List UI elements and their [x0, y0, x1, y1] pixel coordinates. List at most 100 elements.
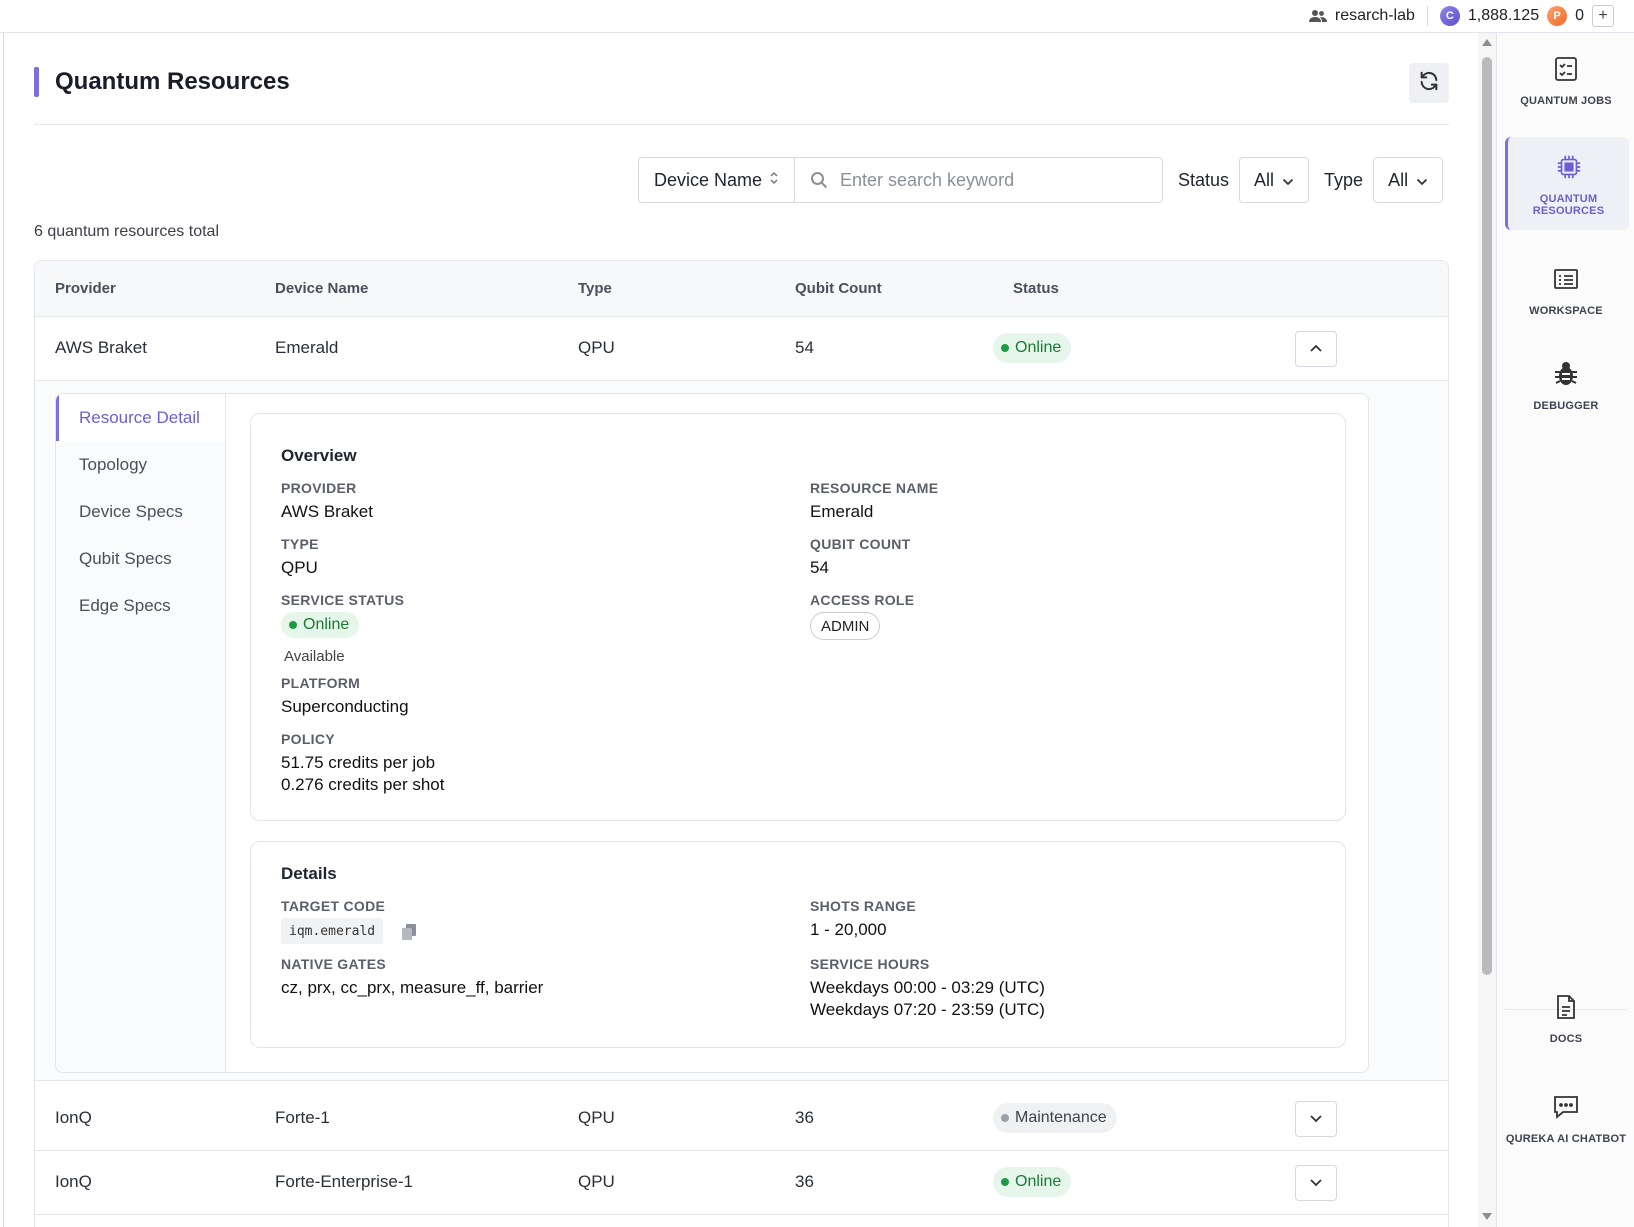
search-input[interactable]: Enter search keyword [795, 157, 1163, 203]
refresh-button[interactable] [1409, 63, 1449, 103]
points-balance: 0 [1575, 7, 1584, 24]
chevron-down-icon [1282, 170, 1294, 191]
document-icon [1552, 993, 1580, 1021]
collapse-row-button[interactable] [1295, 331, 1337, 367]
resources-table: Provider Device Name Type Qubit Count St… [34, 260, 1449, 1227]
status-dot [1001, 344, 1009, 352]
status-filter-label: Status [1178, 169, 1230, 190]
detail-tab-topology[interactable]: Topology [56, 441, 225, 488]
access-role-field: ACCESS ROLE ADMIN [810, 592, 914, 640]
qubit-count-field: QUBIT COUNT 54 [810, 536, 911, 579]
qubit-count-cell: 54 [795, 338, 814, 357]
add-credits-button[interactable]: + [1592, 5, 1614, 27]
table-header: Provider Device Name Type Qubit Count St… [35, 261, 1448, 317]
platform-value: Superconducting [281, 697, 409, 716]
detail-tab-edge-specs[interactable]: Edge Specs [56, 582, 225, 629]
type-filter-select[interactable]: All [1373, 157, 1444, 203]
detail-tab-qubit-specs[interactable]: Qubit Specs [56, 535, 225, 582]
device-name-cell: Forte-Enterprise-1 [275, 1172, 413, 1191]
status-text: Online [1015, 1173, 1062, 1190]
results-count: 6 quantum resources total [34, 223, 219, 240]
expand-row-button[interactable] [1295, 1101, 1337, 1137]
type-cell: QPU [578, 338, 615, 357]
provider-cell: IonQ [55, 1172, 92, 1191]
target-code-label: TARGET CODE [281, 898, 386, 914]
service-hours-field: SERVICE HOURS Weekdays 00:00 - 03:29 (UT… [810, 956, 1045, 1021]
service-hours-line: Weekdays 00:00 - 03:29 (UTC) [810, 978, 1045, 997]
type-filter-value: All [1388, 169, 1409, 190]
sidebar-item-quantum-resources[interactable]: QUANTUM RESOURCES [1505, 137, 1629, 230]
title-accent-bar [34, 67, 39, 97]
vertical-scrollbar[interactable] [1478, 33, 1496, 1227]
sidebar-item-label: QUANTUM JOBS [1520, 95, 1612, 107]
expand-row-button[interactable] [1295, 1165, 1337, 1201]
main-content: Quantum Resources Device Name Enter sear… [3, 33, 1496, 1227]
resource-name-value: Emerald [810, 502, 874, 521]
type-cell: QPU [578, 1172, 615, 1191]
status-text: Online [1015, 339, 1062, 356]
sidebar-item-label: WORKSPACE [1529, 305, 1603, 317]
native-gates-field: NATIVE GATES cz, prx, cc_prx, measure_ff… [281, 956, 543, 999]
table-row[interactable]: AWS Braket Emerald QPU 54 Online [35, 317, 1448, 381]
status-badge: Maintenance [993, 1103, 1117, 1133]
platform-field: PLATFORM Superconducting [281, 675, 409, 718]
target-code-field: TARGET CODE iqm.emerald [281, 898, 416, 944]
organization-name[interactable]: resarch-lab [1335, 7, 1415, 25]
scroll-down-arrow-icon[interactable] [1482, 1213, 1492, 1220]
table-row[interactable]: IonQ Forte-Enterprise-1 QPU 36 Online [35, 1151, 1448, 1215]
sidebar-item-docs[interactable]: DOCS [1505, 993, 1627, 1079]
header-divider [34, 124, 1449, 125]
status-filter-select[interactable]: All [1239, 157, 1310, 203]
search-icon [810, 171, 828, 189]
users-icon [1308, 9, 1327, 23]
status-filter-value: All [1254, 169, 1275, 190]
shots-range-label: SHOTS RANGE [810, 898, 916, 914]
status-badge: Online [993, 333, 1072, 363]
service-status-subtext: Available [284, 648, 345, 665]
credit-coin-icon: C [1439, 6, 1460, 26]
sidebar-item-label: DEBUGGER [1533, 400, 1599, 412]
credit-balance: 1,888.125 [1467, 7, 1540, 24]
qubit-count-label: QUBIT COUNT [810, 536, 911, 552]
chevron-down-icon [1309, 1174, 1323, 1192]
search-field-select[interactable]: Device Name [638, 157, 795, 203]
sidebar-item-debugger[interactable]: DEBUGGER [1505, 360, 1627, 446]
service-status-badge: Online [281, 612, 360, 638]
detail-tab-resource-detail[interactable]: Resource Detail [56, 394, 225, 441]
policy-per-shot: 0.276 credits per shot [281, 775, 445, 794]
filter-bar: Device Name Enter search keyword Status … [638, 157, 1444, 203]
sidebar-item-chatbot[interactable]: QUREKA AI CHATBOT [1505, 1093, 1627, 1193]
scroll-up-arrow-icon[interactable] [1482, 39, 1492, 46]
table-row[interactable]: IonQ Forte-1 QPU 36 Maintenance [35, 1087, 1448, 1151]
provider-field: PROVIDER AWS Braket [281, 480, 373, 523]
divider [1426, 6, 1428, 26]
status-text: Maintenance [1015, 1109, 1107, 1126]
native-gates-value: cz, prx, cc_prx, measure_ff, barrier [281, 978, 544, 997]
status-badge: Online [993, 1167, 1072, 1197]
details-title: Details [281, 864, 337, 883]
device-name-cell: Forte-1 [275, 1108, 330, 1127]
copy-icon[interactable] [401, 924, 416, 941]
chip-icon [1555, 153, 1583, 181]
scroll-thumb[interactable] [1482, 57, 1492, 975]
row-detail-area: Resource Detail Topology Device Specs Qu… [35, 381, 1448, 1081]
access-role-chip: ADMIN [810, 612, 881, 640]
access-role-label: ACCESS ROLE [810, 592, 915, 608]
search-placeholder: Enter search keyword [840, 169, 1015, 190]
account-status: resarch-lab C 1,888.125 P 0 + [1308, 5, 1614, 27]
status-dot [289, 621, 297, 629]
sidebar-item-label: QUANTUM RESOURCES [1532, 193, 1605, 217]
type-value: QPU [281, 558, 318, 577]
resource-name-field: RESOURCE NAME Emerald [810, 480, 938, 523]
type-field: TYPE QPU [281, 536, 319, 579]
resource-name-label: RESOURCE NAME [810, 480, 939, 496]
policy-label: POLICY [281, 731, 335, 747]
service-status-field: SERVICE STATUS Online Available [281, 592, 404, 665]
detail-tab-device-specs[interactable]: Device Specs [56, 488, 225, 535]
sidebar-item-workspace[interactable]: WORKSPACE [1505, 265, 1627, 351]
status-dot [1001, 1114, 1009, 1122]
sidebar-item-quantum-jobs[interactable]: QUANTUM JOBS [1505, 55, 1627, 141]
overview-card: Overview PROVIDER AWS Braket RESOURCE NA… [250, 413, 1346, 821]
page-header: Quantum Resources [34, 67, 290, 97]
qubit-count-cell: 36 [795, 1172, 814, 1191]
